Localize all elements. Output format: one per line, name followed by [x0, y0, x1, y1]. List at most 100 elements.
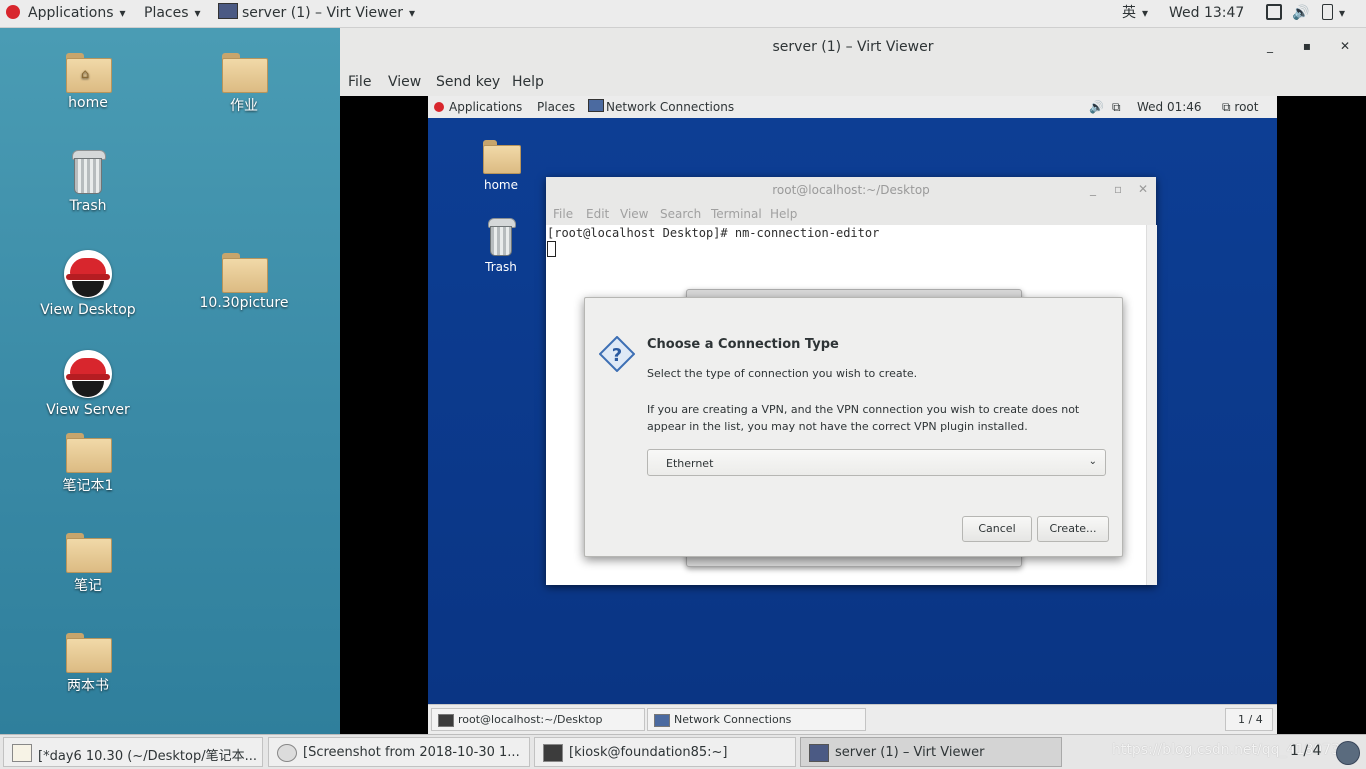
host-desktop: ⌂ home 作业 Trash View Desktop 10.30pictur…: [0, 28, 341, 734]
cancel-button[interactable]: Cancel: [962, 516, 1032, 542]
question-icon: ?: [599, 336, 635, 372]
host-top-bar: Applications Places server (1) – Virt Vi…: [0, 0, 1366, 28]
guest-network-icon[interactable]: ⧉: [1112, 96, 1121, 118]
guest-icon-label: home: [483, 178, 519, 192]
desktop-icon-trash[interactable]: Trash: [33, 150, 143, 214]
home-folder-icon: ⌂: [66, 53, 112, 93]
guest-workspace-pager[interactable]: 1 / 4: [1225, 708, 1273, 731]
maximize-button[interactable]: ▪: [1297, 39, 1317, 57]
terminal-maximize-button[interactable]: ▫: [1114, 182, 1122, 196]
guest-volume-icon[interactable]: 🔊: [1089, 96, 1104, 118]
desktop-icon-1030picture[interactable]: 10.30picture: [189, 253, 299, 311]
terminal-close-button[interactable]: ✕: [1138, 182, 1148, 196]
desktop-icon-notebook1[interactable]: 笔记本1: [33, 433, 143, 495]
connection-type-value: Ethernet: [666, 457, 714, 470]
applications-menu-label: Applications: [28, 5, 126, 21]
terminal-titlebar[interactable]: root@localhost:~/Desktop _ ▫ ✕: [546, 177, 1156, 203]
clock[interactable]: Wed 13:47: [1169, 0, 1244, 27]
desktop-icon-home[interactable]: ⌂ home: [33, 53, 143, 111]
close-button[interactable]: ✕: [1335, 39, 1355, 57]
guest-desktop: home Trash root@localhost:~/Desktop _ ▫ …: [428, 118, 1277, 704]
terminal-cursor: [547, 241, 556, 257]
input-method-menu[interactable]: 英: [1122, 0, 1148, 27]
desktop-icon-label: 两本书: [67, 678, 109, 694]
desktop-icon-label: home: [68, 95, 108, 111]
menu-help[interactable]: Help: [512, 74, 544, 90]
desktop-icon-view-server[interactable]: View Server: [33, 350, 143, 418]
choose-connection-type-dialog: ? Choose a Connection Type Select the ty…: [584, 297, 1123, 557]
guest-places-menu[interactable]: Places: [537, 96, 575, 118]
applications-menu[interactable]: Applications: [6, 0, 126, 27]
redhat-logo-icon: [64, 250, 112, 298]
guest-window-title: Network Connections: [606, 100, 735, 114]
window-menu[interactable]: server (1) – Virt Viewer: [218, 0, 415, 27]
input-method-label: 英: [1122, 5, 1148, 21]
desktop-icon-notes[interactable]: 笔记: [33, 533, 143, 595]
task-label: server (1) – Virt Viewer: [835, 745, 985, 760]
user-icon: ⧉: [1222, 100, 1231, 114]
desktop-icon-label: 作业: [230, 98, 258, 114]
window-titlebar[interactable]: server (1) – Virt Viewer _ ▪ ✕: [340, 28, 1366, 69]
desktop-icon-label: 10.30picture: [199, 295, 289, 311]
desktop-icon-zuoye[interactable]: 作业: [189, 53, 299, 115]
folder-icon: [222, 53, 268, 93]
terminal-menu-file[interactable]: File: [553, 207, 573, 221]
guest-user-menu[interactable]: ⧉ root: [1222, 96, 1258, 118]
task-label: [Screenshot from 2018-10-30 1...: [303, 745, 520, 760]
guest-task-terminal[interactable]: root@localhost:~/Desktop: [431, 708, 645, 731]
terminal-menu-edit[interactable]: Edit: [586, 207, 609, 221]
virt-viewer-window: server (1) – Virt Viewer _ ▪ ✕ File View…: [340, 28, 1366, 734]
home-folder-icon: [483, 140, 521, 174]
workspace-pager[interactable]: 1 / 4: [1290, 743, 1321, 759]
redhat-logo-icon: [434, 102, 444, 112]
task-virt-viewer[interactable]: server (1) – Virt Viewer: [800, 737, 1062, 767]
create-button[interactable]: Create...: [1037, 516, 1109, 542]
task-terminal[interactable]: [kiosk@foundation85:~]: [534, 737, 796, 767]
dialog-title: Choose a Connection Type: [647, 337, 839, 352]
desktop-icon-view-desktop[interactable]: View Desktop: [33, 250, 143, 318]
window-title: server (1) – Virt Viewer: [772, 39, 934, 55]
connection-type-select[interactable]: Ethernet ⌄: [647, 449, 1106, 476]
volume-icon[interactable]: 🔊: [1292, 0, 1309, 27]
menu-bar: File View Send key Help: [340, 68, 1366, 96]
terminal-scrollbar[interactable]: [1146, 225, 1157, 585]
guest-icon-home[interactable]: home: [461, 140, 541, 192]
task-label: [kiosk@foundation85:~]: [569, 745, 728, 760]
terminal-menu-terminal[interactable]: Terminal: [711, 207, 762, 221]
terminal-icon: [543, 744, 563, 762]
guest-display[interactable]: Applications Places Network Connections …: [428, 96, 1277, 734]
network-icon: [654, 714, 670, 727]
terminal-menu-view[interactable]: View: [620, 207, 648, 221]
notification-icon[interactable]: [1336, 741, 1360, 765]
guest-applications-menu[interactable]: Applications: [434, 96, 522, 118]
task-label: [*day6 10.30 (~/Desktop/笔记本...: [38, 749, 257, 764]
task-gedit[interactable]: [*day6 10.30 (~/Desktop/笔记本...: [3, 737, 263, 767]
guest-task-network-connections[interactable]: Network Connections: [647, 708, 866, 731]
terminal-menu-search[interactable]: Search: [660, 207, 701, 221]
guest-icon-trash[interactable]: Trash: [461, 218, 541, 274]
terminal-minimize-button[interactable]: _: [1090, 182, 1096, 196]
folder-icon: [222, 253, 268, 293]
guest-taskbar: root@localhost:~/Desktop Network Connect…: [428, 704, 1277, 734]
screen-icon[interactable]: [1266, 0, 1282, 27]
redhat-logo-icon: [64, 350, 112, 398]
guest-clock[interactable]: Wed 01:46: [1137, 96, 1202, 118]
battery-icon[interactable]: [1322, 0, 1345, 27]
menu-send-key[interactable]: Send key: [436, 74, 500, 90]
chevron-down-icon: ⌄: [1088, 456, 1097, 467]
dialog-subtitle: Select the type of connection you wish t…: [647, 367, 918, 380]
menu-view[interactable]: View: [388, 74, 421, 90]
image-viewer-icon: [277, 744, 297, 762]
desktop-icon-two-books[interactable]: 两本书: [33, 633, 143, 695]
monitor-icon: [809, 744, 829, 762]
guest-window-menu[interactable]: Network Connections: [588, 96, 734, 118]
guest-applications-label: Applications: [449, 100, 523, 114]
places-menu[interactable]: Places: [144, 0, 201, 27]
minimize-button[interactable]: _: [1260, 39, 1280, 57]
host-taskbar: [*day6 10.30 (~/Desktop/笔记本... [Screensh…: [0, 734, 1366, 769]
dialog-info-text: If you are creating a VPN, and the VPN c…: [647, 403, 1080, 433]
menu-file[interactable]: File: [348, 74, 371, 90]
task-screenshot[interactable]: [Screenshot from 2018-10-30 1...: [268, 737, 530, 767]
terminal-menu-help[interactable]: Help: [770, 207, 797, 221]
trash-icon: [70, 150, 106, 194]
